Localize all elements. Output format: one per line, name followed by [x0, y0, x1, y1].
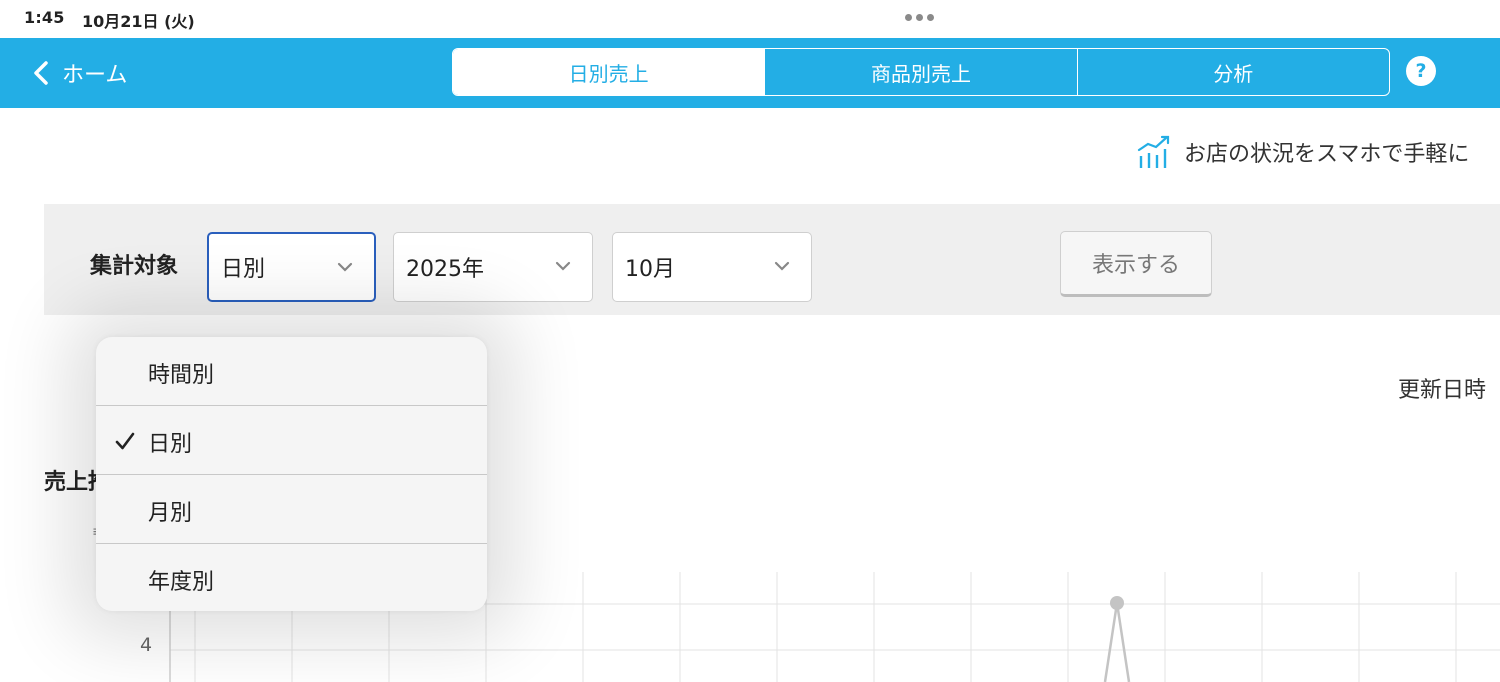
show-button[interactable]: 表示する	[1060, 231, 1212, 297]
segmented-tabs: 日別売上 商品別売上 分析	[452, 48, 1390, 96]
month-select[interactable]: 10月	[612, 232, 812, 302]
status-date: 10月21日 (火)	[82, 12, 195, 31]
checkmark-icon	[115, 432, 135, 450]
year-select-value: 2025年	[406, 257, 484, 282]
promo-text: お店の状況をスマホで手軽に	[1184, 142, 1470, 167]
dropdown-option-daily[interactable]: 日別	[96, 406, 487, 474]
chevron-down-icon	[774, 261, 790, 271]
chart-series-line	[1103, 602, 1131, 682]
dropdown-option-label: 年度別	[148, 570, 215, 595]
y-tick-label: 4	[140, 634, 153, 656]
tab-product-sales[interactable]: 商品別売上	[764, 49, 1076, 95]
dropdown-option-label: 時間別	[148, 363, 215, 388]
dropdown-option-label: 月別	[148, 501, 193, 526]
chevron-down-icon	[337, 262, 353, 272]
chevron-down-icon	[555, 261, 571, 271]
chart-up-icon	[1137, 135, 1170, 168]
dropdown-option-hourly[interactable]: 時間別	[96, 337, 487, 405]
period-select[interactable]: 日別	[207, 232, 376, 302]
help-icon[interactable]: ?	[1406, 56, 1436, 86]
back-label: ホーム	[62, 63, 128, 88]
month-select-value: 10月	[625, 257, 675, 282]
status-bar: 1:45 10月21日 (火)	[0, 0, 1500, 38]
promo-banner[interactable]: お店の状況をスマホで手軽に	[1136, 134, 1469, 170]
tab-daily-sales[interactable]: 日別売上	[453, 49, 765, 95]
aggregation-label: 集計対象	[90, 254, 179, 279]
nav-bar: ホーム 日別売上 商品別売上 分析 ?	[0, 38, 1500, 108]
chart-point	[1110, 596, 1124, 610]
dropdown-option-yearly[interactable]: 年度別	[96, 544, 487, 611]
filter-bar: 集計対象 日別 2025年 10月 表示する	[44, 204, 1500, 315]
chevron-left-icon	[34, 61, 48, 85]
dropdown-option-monthly[interactable]: 月別	[96, 475, 487, 543]
back-button[interactable]: ホーム	[32, 56, 127, 90]
tab-analysis[interactable]: 分析	[1076, 49, 1389, 95]
period-dropdown: 時間別 日別 月別 年度別	[96, 337, 487, 611]
dropdown-option-label: 日別	[148, 432, 193, 457]
multitasking-dots-icon[interactable]	[905, 14, 934, 21]
period-select-value: 日別	[221, 257, 266, 282]
year-select[interactable]: 2025年	[393, 232, 593, 302]
updated-label: 更新日時	[1398, 378, 1487, 403]
status-time: 1:45	[24, 8, 65, 27]
